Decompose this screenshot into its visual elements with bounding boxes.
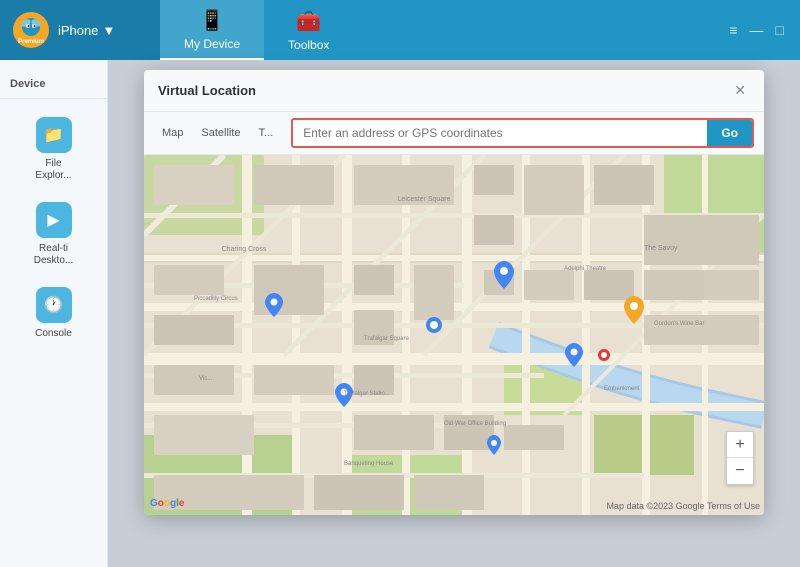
phone-label-text: iPhone <box>58 23 98 38</box>
svg-text:Leicester Square: Leicester Square <box>398 196 451 203</box>
phone-dropdown-icon: ▼ <box>102 23 115 38</box>
minimize-icon[interactable]: — <box>750 22 764 38</box>
close-button[interactable]: ✕ <box>730 80 750 101</box>
window-controls: ≡ — □ <box>713 0 800 60</box>
svg-text:Gordon's Wine Bar: Gordon's Wine Bar <box>654 321 705 327</box>
map-footer: Map data ©2023 Google Terms of Use <box>606 501 760 511</box>
sidebar-console-label: Console <box>35 328 72 340</box>
tab-toolbox[interactable]: 🧰 Toolbox <box>264 0 353 60</box>
dialog-header: Virtual Location ✕ <box>144 70 764 112</box>
console-icon: 🕐 <box>36 287 72 323</box>
top-bar: Premium iPhone ▼ 📱 My Device 🧰 Toolbox ≡… <box>0 0 800 60</box>
sidebar: Device 📁 FileExplor... ▶ Real-tiDeskto..… <box>0 60 108 567</box>
map-area[interactable]: Charing Cross Leicester Square Piccadill… <box>144 155 764 515</box>
sidebar-realtime-label: Real-tiDeskto... <box>34 243 73 267</box>
search-input[interactable] <box>293 121 707 145</box>
realtime-desktop-icon: ▶ <box>36 202 72 238</box>
file-explorer-icon: 📁 <box>36 117 72 153</box>
zoom-in-button[interactable]: + <box>727 432 753 458</box>
google-logo: Google <box>150 498 184 509</box>
page-area: Virtual Location ✕ Map Satellite T... Go <box>108 60 800 567</box>
search-bar: Go <box>291 118 754 148</box>
zoom-out-button[interactable]: − <box>727 458 753 484</box>
modal-overlay: Virtual Location ✕ Map Satellite T... Go <box>108 60 800 567</box>
nav-tabs: 📱 My Device 🧰 Toolbox <box>160 0 713 60</box>
sidebar-item-realtime-desktop[interactable]: ▶ Real-tiDeskto... <box>0 192 107 277</box>
map-tabs: Map Satellite T... <box>154 124 281 142</box>
svg-text:Vic...: Vic... <box>199 376 213 382</box>
svg-text:Trafalgar Statio...: Trafalgar Statio... <box>344 391 390 397</box>
sidebar-item-console[interactable]: 🕐 Console <box>0 277 107 350</box>
svg-text:Old War Office Building: Old War Office Building <box>444 421 506 427</box>
device-info: Device <box>0 70 107 99</box>
my-device-icon: 📱 <box>200 8 225 33</box>
map-tab-terrain[interactable]: T... <box>251 124 282 142</box>
svg-text:Piccadilly Circus: Piccadilly Circus <box>194 296 238 302</box>
svg-text:Premium: Premium <box>18 39 44 45</box>
svg-text:Charing Cross: Charing Cross <box>222 246 267 253</box>
app-logo-area: Premium iPhone ▼ <box>0 0 160 60</box>
main-content: Device 📁 FileExplor... ▶ Real-tiDeskto..… <box>0 60 800 567</box>
app-logo: Premium <box>12 11 50 49</box>
phone-selector[interactable]: iPhone ▼ <box>58 23 115 38</box>
dialog-toolbar: Map Satellite T... Go <box>144 112 764 155</box>
svg-text:Adelphi Theatre: Adelphi Theatre <box>564 266 607 272</box>
map-tab-map[interactable]: Map <box>154 124 191 142</box>
sidebar-file-explorer-label: FileExplor... <box>35 158 71 182</box>
tab-toolbox-label: Toolbox <box>288 38 329 52</box>
menu-icon[interactable]: ≡ <box>729 22 737 38</box>
dialog-title: Virtual Location <box>158 83 256 98</box>
tab-my-device[interactable]: 📱 My Device <box>160 0 264 60</box>
svg-text:Trafalgar Square: Trafalgar Square <box>364 336 409 342</box>
toolbox-icon: 🧰 <box>296 9 321 34</box>
sidebar-item-file-explorer[interactable]: 📁 FileExplor... <box>0 107 107 192</box>
svg-text:The Savoy: The Savoy <box>644 245 678 252</box>
map-tab-satellite[interactable]: Satellite <box>193 124 248 142</box>
svg-text:Embankment: Embankment <box>604 386 640 392</box>
maximize-icon[interactable]: □ <box>776 22 784 38</box>
virtual-location-dialog: Virtual Location ✕ Map Satellite T... Go <box>144 70 764 515</box>
svg-text:Banqueting House: Banqueting House <box>344 461 394 467</box>
map-zoom-controls: + − <box>726 431 754 485</box>
tab-my-device-label: My Device <box>184 37 240 51</box>
go-button[interactable]: Go <box>707 120 752 146</box>
